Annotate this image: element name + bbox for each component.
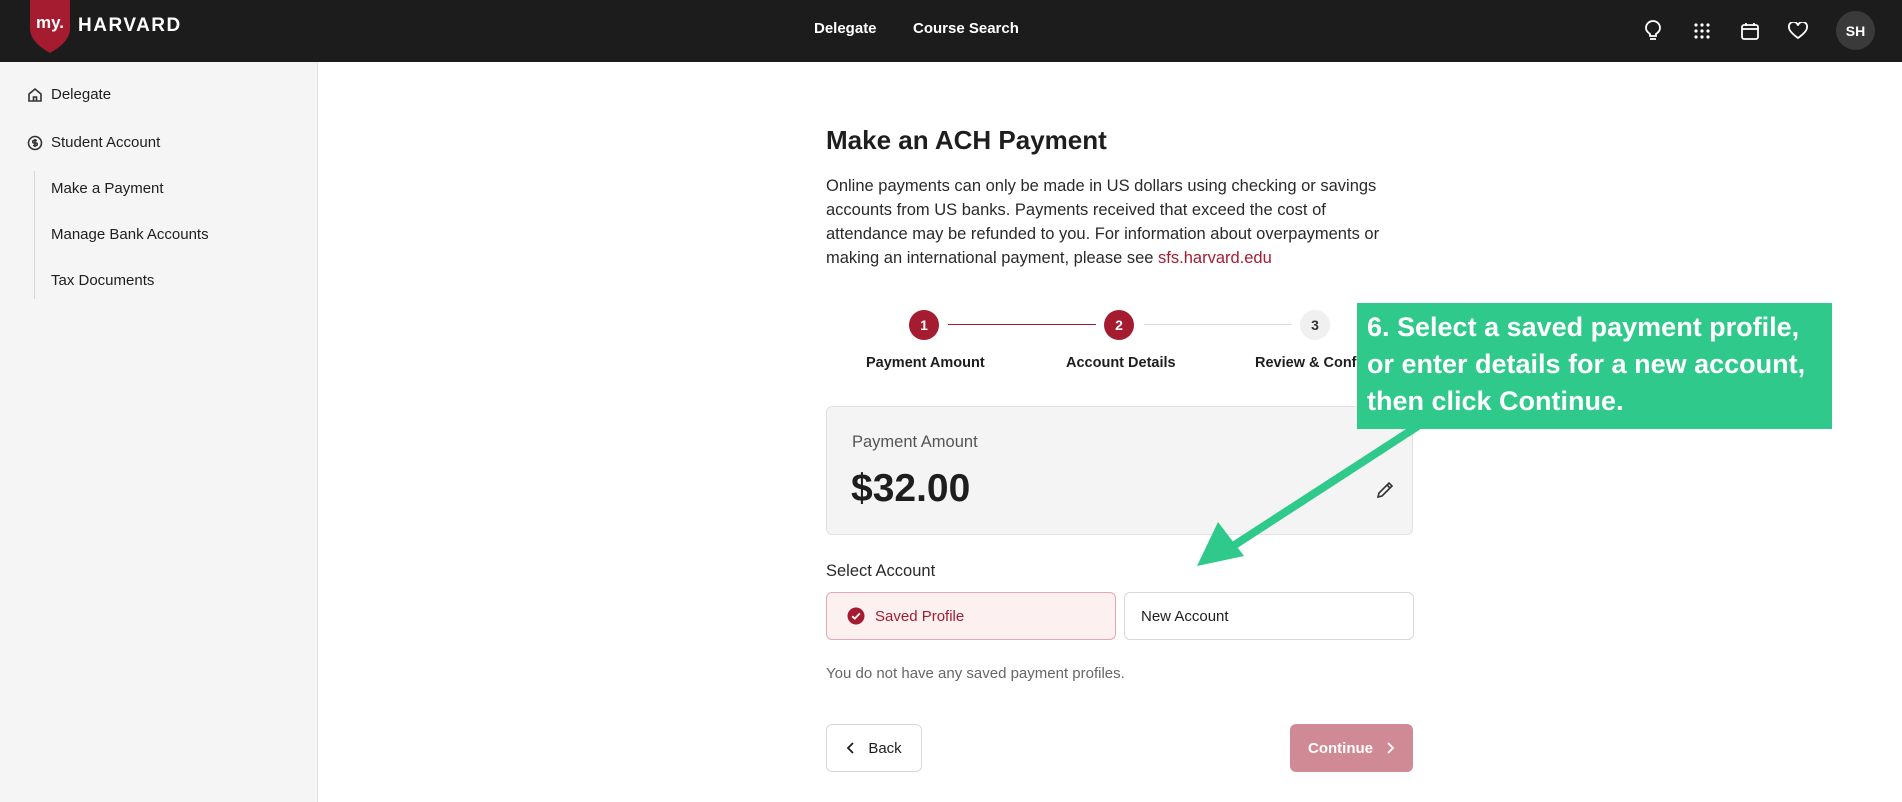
sidebar-item-label: Delegate [51,86,112,103]
sfs-link[interactable]: sfs.harvard.edu [1158,249,1272,267]
step-1-label: Payment Amount [866,355,985,371]
sidebar-item-student-account[interactable]: Student Account [27,134,160,151]
calendar-icon[interactable] [1737,18,1763,44]
no-profiles-message: You do not have any saved payment profil… [826,665,1125,682]
chevron-right-icon [1387,742,1395,754]
sidebar-subnav-divider [34,171,35,299]
amount-value: $32.00 [851,467,971,510]
chevron-left-icon [847,742,854,754]
continue-label: Continue [1308,739,1373,757]
lightbulb-icon[interactable] [1640,18,1666,44]
top-bar: my. HARVARD Delegate Course Search SH [0,0,1902,62]
logo-wordmark[interactable]: HARVARD [78,15,182,37]
new-account-option[interactable]: New Account [1124,592,1414,640]
saved-profile-label: Saved Profile [875,607,965,625]
payment-amount-card: Payment Amount $32.00 [826,406,1413,535]
step-1-circle: 1 [909,310,939,340]
apps-grid-icon[interactable] [1689,18,1715,44]
step-2-label: Account Details [1066,355,1176,371]
back-button[interactable]: Back [826,724,922,772]
user-avatar[interactable]: SH [1836,11,1875,50]
nav-course-search[interactable]: Course Search [913,20,1019,37]
sidebar-item-manage-bank-accounts[interactable]: Manage Bank Accounts [51,226,209,243]
new-account-label: New Account [1141,607,1229,625]
continue-button[interactable]: Continue [1290,724,1413,772]
sidebar-item-make-payment[interactable]: Make a Payment [51,180,164,197]
saved-profile-option[interactable]: Saved Profile [826,592,1116,640]
check-circle-icon [847,607,865,625]
step-connector-1 [948,324,1096,325]
heart-icon[interactable] [1785,18,1811,44]
harvard-shield-logo[interactable]: my. [30,0,70,53]
amount-label: Payment Amount [852,433,978,451]
sidebar-item-tax-documents[interactable]: Tax Documents [51,272,154,289]
step-3-circle: 3 [1300,310,1330,340]
tutorial-callout: 6. Select a saved payment profile, or en… [1357,303,1832,429]
dollar-circle-icon [27,135,43,150]
intro-body: Online payments can only be made in US d… [826,177,1380,267]
nav-delegate[interactable]: Delegate [814,20,877,37]
home-icon [28,87,42,102]
sidebar-item-label: Student Account [51,134,161,151]
logo-badge: my. [36,13,64,32]
back-label: Back [868,739,902,757]
step-connector-2 [1144,324,1292,325]
sidebar: Delegate Student Account Make a Payment … [0,62,318,802]
sidebar-item-delegate[interactable]: Delegate [27,86,111,103]
page-title: Make an ACH Payment [826,125,1107,155]
intro-text: Online payments can only be made in US d… [826,174,1406,270]
select-account-label: Select Account [826,562,936,580]
edit-pencil-icon[interactable] [1374,479,1396,501]
step-2-circle: 2 [1104,310,1134,340]
